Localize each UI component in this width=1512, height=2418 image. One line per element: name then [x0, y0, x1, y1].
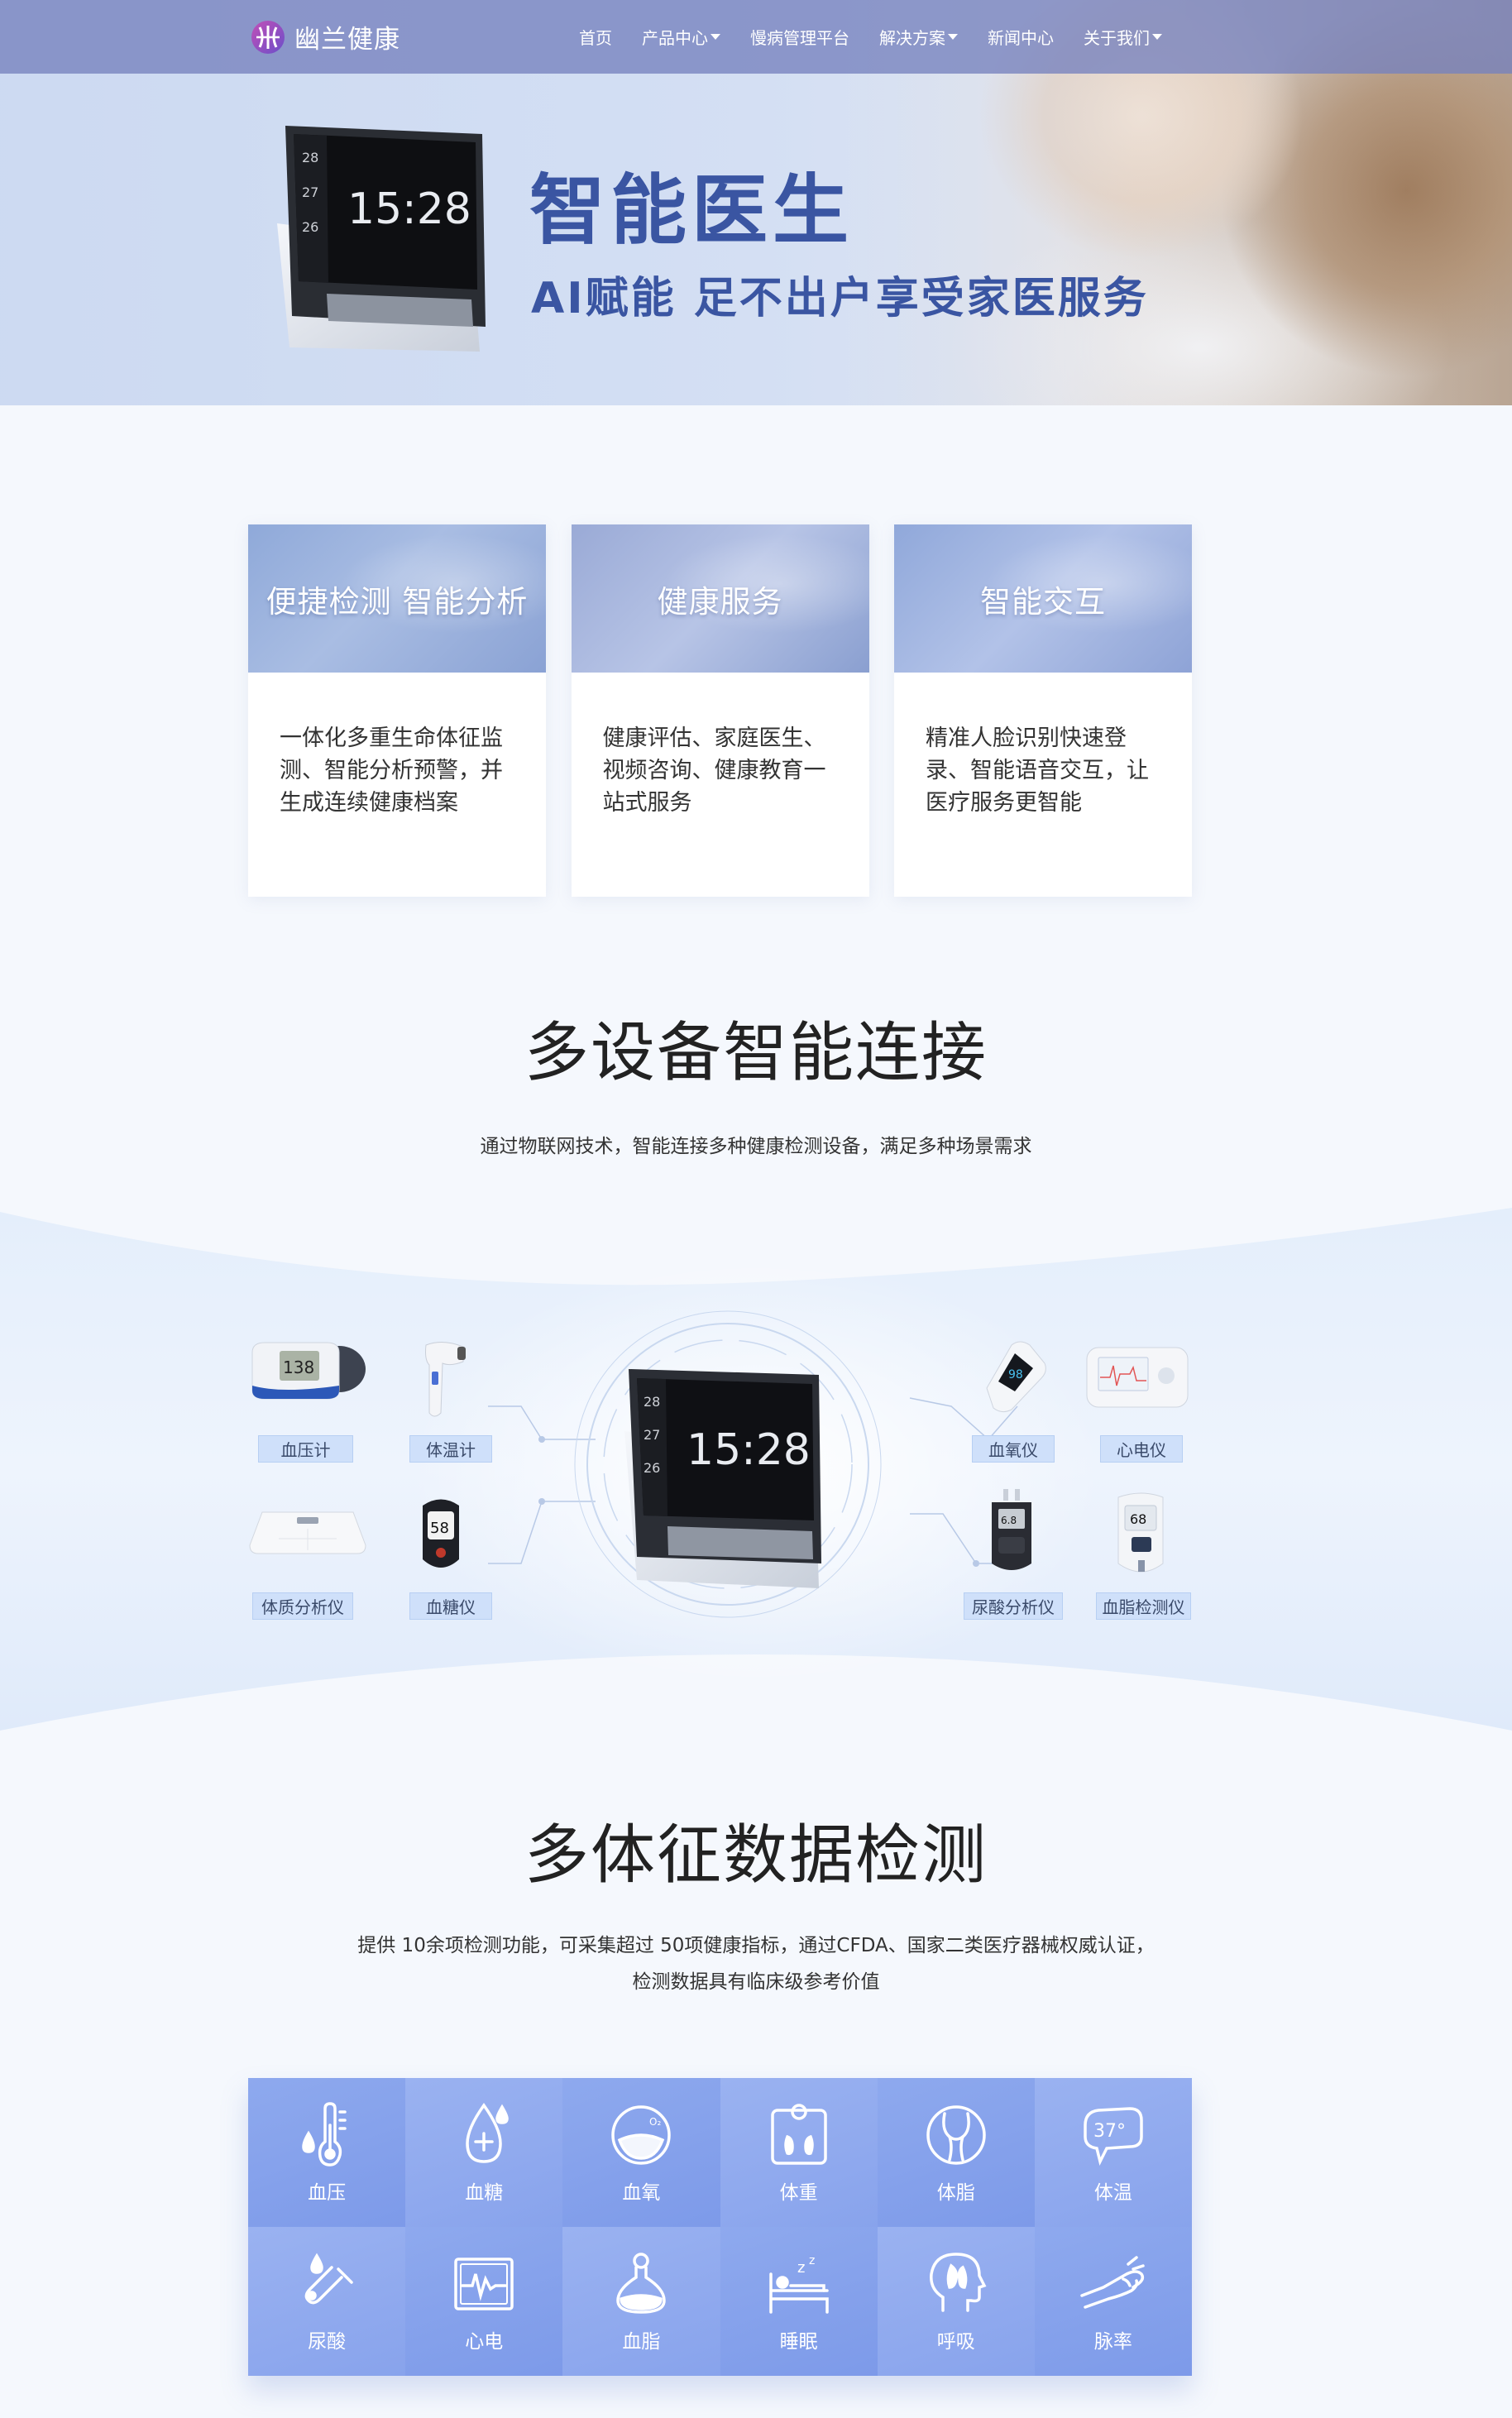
vital-uric-acid[interactable]: 尿酸 [248, 2227, 406, 2376]
ecg-monitor-image [1086, 1347, 1189, 1408]
thermometer-gun-image [425, 1342, 466, 1417]
menu-home[interactable]: 首页 [579, 25, 612, 49]
hero-title: 智能医生 [529, 166, 854, 255]
svg-text:27: 27 [302, 184, 318, 200]
body-fat-icon [926, 2105, 986, 2165]
svg-text:15:28: 15:28 [687, 1425, 811, 1475]
connect-section-title: 多设备智能连接 [524, 1016, 988, 1090]
svg-text:98: 98 [1008, 1368, 1023, 1381]
device-label-lipid: 血脂检测仪 [1096, 1592, 1191, 1620]
vitals-section-title: 多体征数据检测 [524, 1818, 988, 1893]
vital-blood-oxygen[interactable]: O₂ 血氧 [562, 2078, 720, 2227]
card-header-image: 智能交互 [894, 524, 1192, 673]
card-text: 精准人脸识别快速登录、智能语音交互，让医疗服务更智能 [926, 725, 1149, 816]
vital-temperature[interactable]: 37° 体温 [1034, 2078, 1192, 2227]
smart-doctor-device-image: 28 27 26 15:28 [277, 126, 486, 352]
head-lungs-icon [929, 2253, 987, 2312]
vital-respiration[interactable]: 呼吸 [877, 2227, 1035, 2376]
blood-drop-plus-icon [466, 2102, 509, 2163]
hero-subtitle: AI赋能 足不出户享受家医服务 [531, 274, 1149, 323]
oxygen-icon: O₂ [611, 2105, 672, 2165]
caret-down-icon [948, 34, 958, 40]
flask-drop-icon [304, 2253, 353, 2305]
caret-down-icon [711, 34, 720, 40]
svg-text:37°: 37° [1093, 2121, 1126, 2142]
lipid-analyzer-image: 68 [1117, 1492, 1164, 1573]
menu-news[interactable]: 新闻中心 [988, 25, 1054, 49]
brand-name: 幽兰健康 [294, 25, 400, 55]
glucose-meter-image: 58 [423, 1499, 459, 1568]
device-label-body-fat: 体质分析仪 [252, 1592, 353, 1620]
vital-weight[interactable]: 体重 [720, 2078, 878, 2227]
vital-body-fat[interactable]: 体脂 [877, 2078, 1035, 2227]
menu-solutions[interactable]: 解决方案 [879, 25, 958, 49]
card-header-image: 便捷检测 智能分析 [248, 524, 546, 673]
device-label-uric-acid: 尿酸分析仪 [964, 1592, 1063, 1620]
svg-text:O₂: O₂ [649, 2116, 661, 2128]
thermometer-drop-icon [302, 2102, 347, 2167]
feature-card-detection: 便捷检测 智能分析 一体化多重生命体征监测、智能分析预警，并生成连续健康档案 [248, 524, 546, 897]
feature-card-interaction: 智能交互 精准人脸识别快速登录、智能语音交互，让医疗服务更智能 [894, 524, 1192, 897]
svg-text:28: 28 [644, 1394, 660, 1410]
menu-products[interactable]: 产品中心 [642, 25, 720, 49]
vital-blood-glucose[interactable]: 血糖 [405, 2078, 563, 2227]
svg-text:15:28: 15:28 [347, 184, 471, 234]
scale-icon [770, 2104, 827, 2165]
svg-text:z: z [809, 2254, 815, 2267]
brand-logo[interactable]: 幽兰健康 [248, 18, 400, 55]
card-text: 一体化多重生命体征监测、智能分析预警，并生成连续健康档案 [280, 725, 503, 816]
vital-blood-pressure[interactable]: 血压 [248, 2078, 406, 2227]
feature-cards: 便捷检测 智能分析 一体化多重生命体征监测、智能分析预警，并生成连续健康档案 健… [248, 524, 1192, 897]
svg-text:58: 58 [430, 1520, 449, 1537]
device-label-oximeter: 血氧仪 [972, 1435, 1055, 1463]
menu-about[interactable]: 关于我们 [1084, 25, 1162, 49]
hub-device-image: 28 27 26 15:28 [624, 1369, 821, 1588]
svg-text:6.8: 6.8 [1001, 1515, 1017, 1526]
svg-text:26: 26 [644, 1460, 660, 1476]
blood-pressure-monitor-image: 138 [251, 1342, 366, 1400]
top-navbar: 幽兰健康 首页 产品中心 慢病管理平台 解决方案 新闻中心 关于我们 [0, 0, 1512, 74]
orchid-logo-icon [251, 20, 285, 54]
svg-text:26: 26 [302, 219, 318, 235]
menu-chronic-platform[interactable]: 慢病管理平台 [750, 25, 849, 49]
sleep-icon: z z [768, 2254, 829, 2314]
main-menu: 首页 产品中心 慢病管理平台 解决方案 新闻中心 关于我们 [579, 0, 1192, 74]
device-label-blood-pressure: 血压计 [258, 1435, 353, 1463]
card-text: 健康评估、家庭医生、视频咨询、健康教育一站式服务 [602, 725, 826, 816]
hand-pulse-icon [1080, 2256, 1145, 2309]
connect-section-desc: 通过物联网技术，智能连接多种健康检测设备，满足多种场景需求 [480, 1136, 1032, 1157]
card-title: 智能交互 [980, 583, 1106, 620]
device-label-glucose: 血糖仪 [409, 1592, 492, 1620]
vitals-section-desc: 提供 10余项检测功能，可采集超过 50项健康指标，通过CFDA、国家二类医疗器… [357, 1935, 1155, 1993]
svg-text:68: 68 [1130, 1511, 1146, 1527]
svg-text:z: z [797, 2259, 805, 2277]
lipid-bottle-icon [616, 2253, 667, 2314]
feature-card-service: 健康服务 健康评估、家庭医生、视频咨询、健康教育一站式服务 [571, 524, 869, 897]
card-title: 便捷检测 智能分析 [266, 583, 529, 620]
vital-blood-lipid[interactable]: 血脂 [562, 2227, 720, 2376]
device-label-thermometer: 体温计 [409, 1435, 492, 1463]
vital-ecg[interactable]: 心电 [405, 2227, 563, 2376]
svg-text:27: 27 [644, 1427, 660, 1443]
svg-text:28: 28 [302, 150, 318, 165]
card-header-image: 健康服务 [571, 524, 869, 673]
vital-sleep[interactable]: z z 睡眠 [720, 2227, 878, 2376]
body-fat-scale-image [249, 1511, 366, 1554]
uric-acid-analyzer-image: 6.8 [992, 1489, 1031, 1570]
svg-text:138: 138 [283, 1357, 314, 1377]
vital-pulse-rate[interactable]: 脉率 [1034, 2227, 1192, 2376]
vitals-grid: 血压 血糖 O₂ 血氧 体重 体脂 37° 体温 尿酸 心电 血脂 z z 睡眠… [248, 2078, 1192, 2376]
pulse-oximeter-image: 98 [986, 1341, 1046, 1413]
caret-down-icon [1152, 34, 1162, 40]
ecg-icon [454, 2258, 514, 2310]
device-label-ecg: 心电仪 [1100, 1435, 1183, 1463]
card-title: 健康服务 [657, 583, 783, 620]
temperature-icon: 37° [1084, 2107, 1143, 2167]
